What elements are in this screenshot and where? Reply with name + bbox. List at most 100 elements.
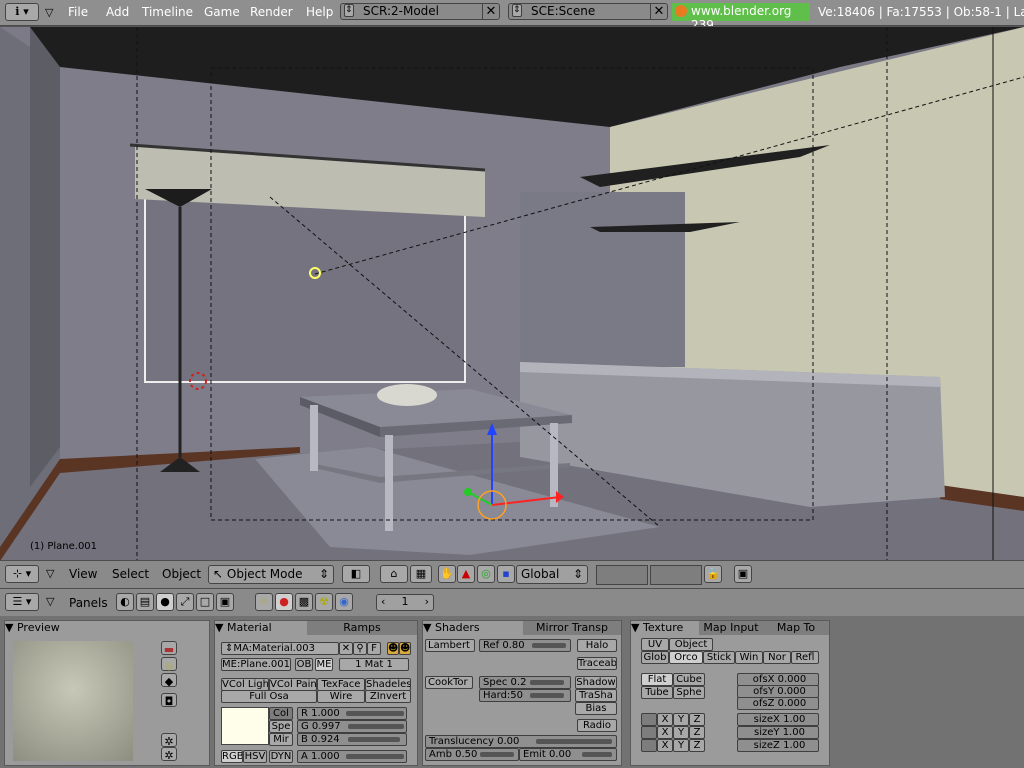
- tab-map-to[interactable]: Map To: [763, 621, 829, 635]
- pivot-button[interactable]: ⌂: [380, 565, 408, 583]
- menu-timeline[interactable]: Timeline: [142, 5, 193, 19]
- menu-select[interactable]: Select: [112, 567, 149, 581]
- tab-ramps[interactable]: Ramps: [307, 621, 417, 635]
- manipulator-toggle[interactable]: ✋: [438, 565, 456, 583]
- amb-slider[interactable]: Amb 0.50: [425, 748, 519, 761]
- fake-user-icon[interactable]: ⚲: [353, 642, 367, 655]
- menu-object[interactable]: Object: [162, 567, 201, 581]
- preview-flat-button[interactable]: ▬: [161, 641, 177, 656]
- map-x-none[interactable]: [641, 713, 657, 726]
- menu-add[interactable]: Add: [106, 5, 129, 19]
- bias-toggle[interactable]: Bias: [575, 702, 617, 715]
- delete-material-button[interactable]: ✕: [339, 642, 353, 655]
- r-slider[interactable]: R 1.000: [297, 707, 407, 720]
- ofsz-field[interactable]: ofsZ 0.000: [737, 697, 819, 710]
- preview-sphere-button[interactable]: ●: [161, 657, 177, 672]
- spec-slider[interactable]: Spec 0.2: [479, 676, 571, 689]
- chevron-left-icon[interactable]: ‹: [381, 595, 385, 609]
- material-buttons[interactable]: ●: [275, 593, 293, 611]
- chevron-right-icon[interactable]: ›: [425, 595, 429, 609]
- tab-texture[interactable]: ▼ Texture: [631, 621, 699, 635]
- preview-light-button[interactable]: ✲: [161, 747, 177, 762]
- info-window-type-button[interactable]: i ▾: [5, 3, 39, 21]
- screen-selector[interactable]: ⇕ SCR:2-Model ✕: [340, 3, 500, 20]
- lamp-buttons[interactable]: ✺: [255, 593, 273, 611]
- shadow-toggle[interactable]: Shadow: [575, 676, 617, 689]
- material-name-field[interactable]: ⇕MA:Material.003: [221, 642, 339, 655]
- node-icon-2[interactable]: ☻: [399, 642, 411, 655]
- menu-view[interactable]: View: [69, 567, 97, 581]
- lock-layers-button[interactable]: 🔒: [704, 565, 722, 583]
- scene-selector[interactable]: ⇕ SCE:Scene ✕: [508, 3, 668, 20]
- rotate-manipulator[interactable]: ◎: [477, 565, 495, 583]
- me-link-button[interactable]: ME: [315, 658, 333, 671]
- ref-slider[interactable]: Ref 0.80: [479, 639, 571, 652]
- sizez-field[interactable]: sizeZ 1.00: [737, 739, 819, 752]
- collapse-menu-icon[interactable]: ▽: [46, 595, 54, 608]
- 3d-viewport[interactable]: (1) Plane.001: [0, 26, 1024, 561]
- map-y-y[interactable]: Y: [673, 726, 689, 739]
- map-y-z[interactable]: Z: [689, 726, 705, 739]
- translucency-slider[interactable]: Translucency 0.00: [425, 735, 617, 748]
- scale-manipulator[interactable]: ▪: [497, 565, 515, 583]
- traceable-toggle[interactable]: Traceabl: [577, 657, 617, 670]
- material-index-field[interactable]: 1 Mat 1: [339, 658, 409, 671]
- col-button[interactable]: Col: [269, 707, 293, 720]
- layer-lock-button[interactable]: ▦: [410, 565, 432, 583]
- orco-button[interactable]: Orco: [669, 651, 703, 664]
- preview-cube-button[interactable]: ◆: [161, 673, 177, 688]
- mesh-name-field[interactable]: ME:Plane.001: [221, 658, 291, 671]
- wire-toggle[interactable]: Wire: [317, 690, 365, 703]
- map-z-z[interactable]: Z: [689, 739, 705, 752]
- win-button[interactable]: Win: [735, 651, 763, 664]
- layer-buttons-1[interactable]: [596, 565, 648, 585]
- hard-slider[interactable]: Hard:50: [479, 689, 571, 702]
- editor-type-button[interactable]: ⊹ ▾: [5, 565, 39, 583]
- cube-button[interactable]: Cube: [673, 673, 705, 686]
- object-context-button[interactable]: ⤢: [176, 593, 194, 611]
- scene-context-button[interactable]: ▣: [216, 593, 234, 611]
- translate-manipulator[interactable]: ▲: [457, 565, 475, 583]
- spe-button[interactable]: Spe: [269, 720, 293, 733]
- dyn-mode-button[interactable]: DYN: [269, 750, 293, 763]
- sphe-button[interactable]: Sphe: [673, 686, 705, 699]
- color-swatch[interactable]: [221, 707, 269, 745]
- layer-buttons-2[interactable]: [650, 565, 702, 585]
- sizex-field[interactable]: sizeX 1.00: [737, 713, 819, 726]
- nor-button[interactable]: Nor: [763, 651, 791, 664]
- node-icon[interactable]: ☻: [387, 642, 399, 655]
- object-button[interactable]: Object: [669, 638, 713, 651]
- ob-link-button[interactable]: OB: [295, 658, 313, 671]
- g-slider[interactable]: G 0.997: [297, 720, 407, 733]
- tab-shaders[interactable]: ▼ Shaders: [423, 621, 523, 635]
- preview-panel-header[interactable]: ▼ Preview: [5, 621, 209, 635]
- draw-type-button[interactable]: ◧: [342, 565, 370, 583]
- editor-type-button[interactable]: ☰ ▾: [5, 593, 39, 611]
- render-preview-button[interactable]: ▣: [734, 565, 752, 583]
- f-button[interactable]: F: [367, 642, 381, 655]
- preview-monkey-button[interactable]: ◘: [161, 693, 177, 708]
- specular-shader-selector[interactable]: CookTor: [425, 676, 473, 689]
- radio-toggle[interactable]: Radio: [577, 719, 617, 732]
- glob-button[interactable]: Glob: [641, 651, 669, 664]
- map-x-y[interactable]: Y: [673, 713, 689, 726]
- editing-context-button[interactable]: □: [196, 593, 214, 611]
- tube-button[interactable]: Tube: [641, 686, 673, 699]
- world-buttons[interactable]: ◉: [335, 593, 353, 611]
- trasha-toggle[interactable]: TraSha: [575, 689, 617, 702]
- tab-material[interactable]: ▼ Material: [215, 621, 307, 635]
- tab-map-input[interactable]: Map Input: [699, 621, 763, 635]
- mir-button[interactable]: Mir: [269, 733, 293, 746]
- map-x-z[interactable]: Z: [689, 713, 705, 726]
- diffuse-shader-selector[interactable]: Lambert: [425, 639, 475, 652]
- map-y-none[interactable]: [641, 726, 657, 739]
- map-z-y[interactable]: Y: [673, 739, 689, 752]
- map-z-x[interactable]: X: [657, 739, 673, 752]
- full-osa-toggle[interactable]: Full Osa: [221, 690, 317, 703]
- menu-file[interactable]: File: [68, 5, 88, 19]
- texture-buttons[interactable]: ▩: [295, 593, 313, 611]
- frame-number-field[interactable]: ‹ 1 ›: [376, 594, 434, 611]
- uv-button[interactable]: UV: [641, 638, 669, 651]
- tab-mirror-transp[interactable]: Mirror Transp: [523, 621, 621, 635]
- menu-game[interactable]: Game: [204, 5, 240, 19]
